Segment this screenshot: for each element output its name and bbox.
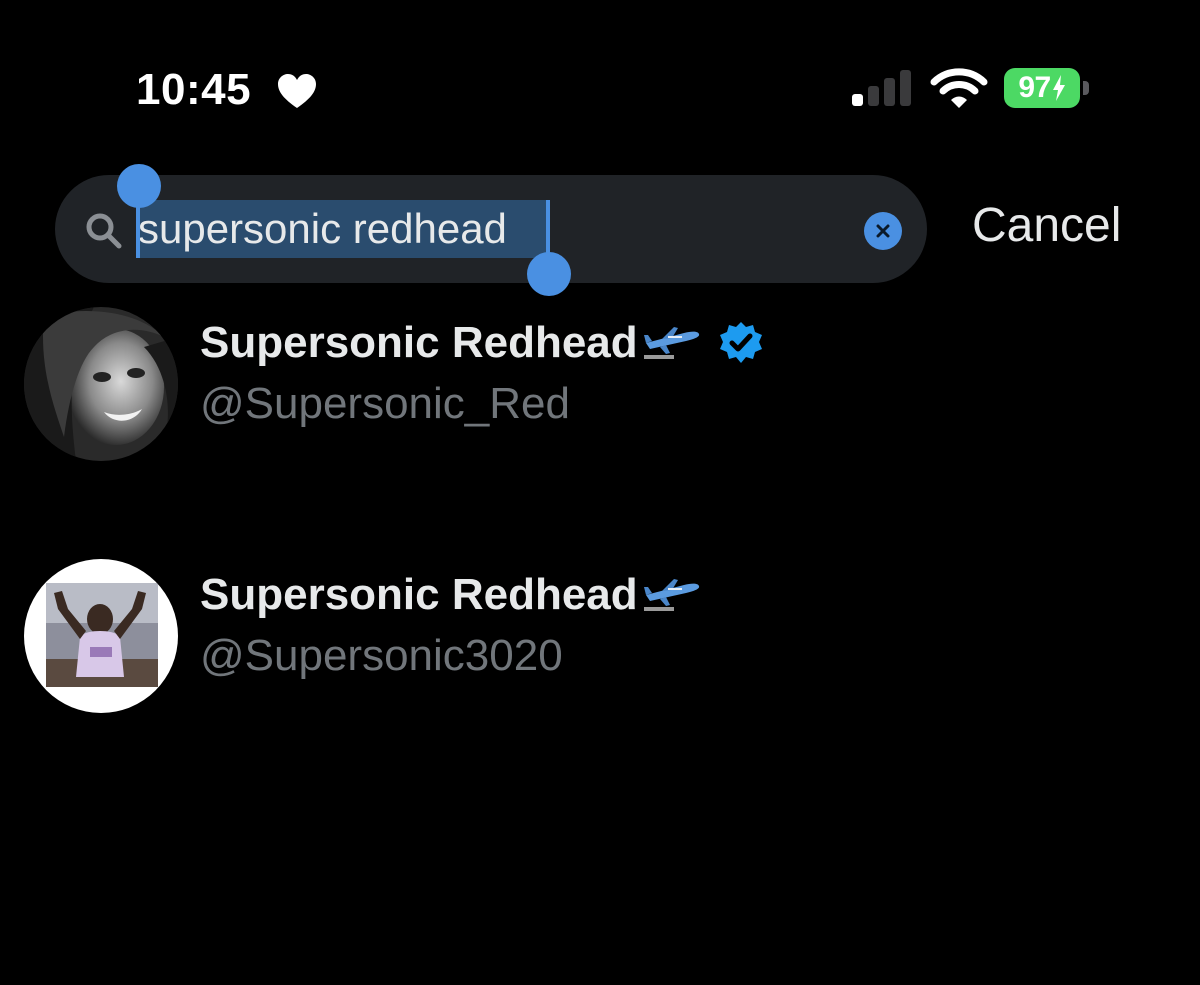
airplane-arriving-icon: [643, 327, 699, 359]
display-name: Supersonic Redhead: [200, 313, 764, 373]
profile-photo: [24, 307, 178, 461]
airplane-arriving-icon: [643, 579, 699, 611]
display-name: Supersonic Redhead: [200, 565, 702, 625]
battery-percent: 97: [1018, 71, 1051, 104]
status-time: 10:45: [136, 65, 252, 114]
battery-cap: [1083, 81, 1089, 95]
close-icon: [876, 224, 890, 238]
charging-bolt-icon: [1052, 75, 1065, 101]
user-handle: @Supersonic3020: [200, 631, 563, 680]
user-handle: @Supersonic_Red: [200, 379, 570, 428]
avatar[interactable]: [24, 559, 178, 713]
profile-photo: [24, 559, 178, 713]
clear-search-button[interactable]: [864, 212, 902, 250]
display-name-text: Supersonic Redhead: [200, 570, 638, 619]
avatar[interactable]: [24, 307, 178, 461]
battery-body: 97: [1004, 68, 1080, 108]
search-input[interactable]: [138, 200, 838, 258]
search-result-row[interactable]: Supersonic Redhead @Supersonic_Red: [0, 305, 1200, 465]
display-name-text: Supersonic Redhead: [200, 318, 638, 367]
cellular-signal-icon: [852, 70, 911, 106]
search-result-row[interactable]: Supersonic Redhead @Supersonic3020: [0, 557, 1200, 717]
wifi-icon: [930, 68, 988, 108]
verified-badge-icon: [719, 322, 762, 363]
selection-start-handle[interactable]: [117, 164, 161, 208]
search-icon: [86, 213, 122, 249]
selection-end-handle[interactable]: [527, 252, 571, 296]
heart-icon: [278, 74, 316, 108]
status-bar: 10:45 97: [0, 0, 1200, 130]
battery-indicator: 97: [1004, 68, 1090, 108]
cancel-button[interactable]: Cancel: [972, 196, 1121, 256]
